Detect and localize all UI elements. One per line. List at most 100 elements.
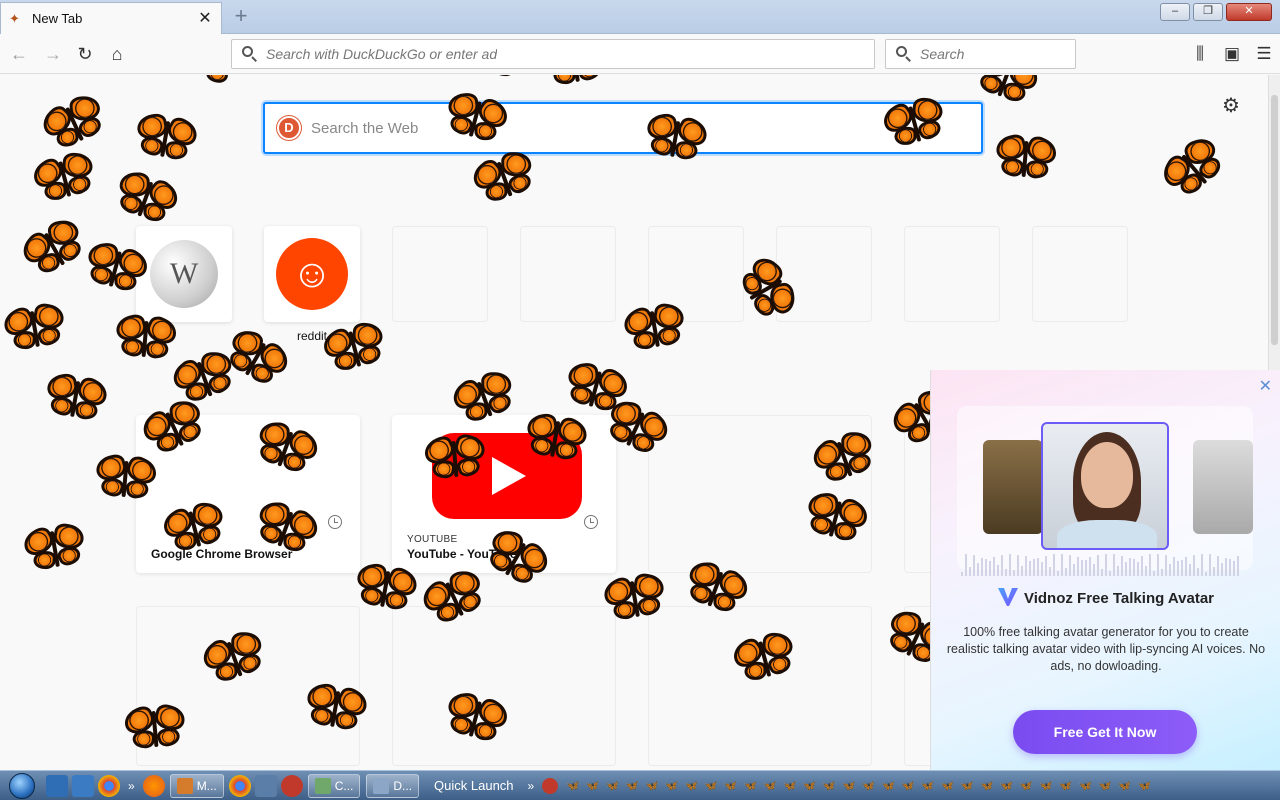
gear-icon[interactable]: ⚙ (1222, 93, 1240, 118)
app-icon[interactable] (542, 777, 559, 794)
web-search-input[interactable] (311, 119, 911, 137)
butterfly-icon[interactable]: 🦋 (1000, 779, 1014, 792)
app-icon (373, 777, 390, 794)
butterfly-icon[interactable]: 🦋 (1079, 779, 1093, 792)
butterfly-icon (104, 165, 187, 236)
navigation-toolbar: ← → ↻ ⌂ Search with DuckDuckGo or enter … (0, 34, 1280, 74)
chevron-icon[interactable]: » (128, 779, 135, 793)
butterfly-icon[interactable]: 🦋 (1098, 779, 1112, 792)
butterfly-icon (464, 145, 547, 216)
butterfly-icon[interactable]: 🦋 (881, 779, 895, 792)
library-icon[interactable]: ⫼ (1184, 41, 1216, 67)
butterfly-icon[interactable]: 🦋 (566, 779, 580, 792)
butterfly-icon[interactable]: 🦋 (803, 779, 817, 792)
minimize-button[interactable]: – (1160, 3, 1190, 21)
top-site-empty[interactable] (904, 226, 1000, 322)
back-button[interactable]: ← (6, 41, 32, 67)
scrollbar-thumb[interactable] (1271, 95, 1278, 345)
butterfly-icon[interactable]: 🦋 (783, 779, 797, 792)
butterfly-icon[interactable]: 🦋 (842, 779, 856, 792)
top-site-empty[interactable] (1032, 226, 1128, 322)
task-label: M... (196, 778, 217, 793)
top-site-empty[interactable] (392, 226, 488, 322)
chevron-icon[interactable]: » (528, 779, 535, 793)
butterfly-icon (88, 452, 162, 508)
butterfly-icon[interactable]: 🦋 (724, 779, 738, 792)
taskbar-task[interactable]: D... (366, 773, 420, 798)
butterfly-icon[interactable]: 🦋 (606, 779, 620, 792)
butterfly-icon (25, 147, 106, 213)
butterfly-icon[interactable]: 🦋 (684, 779, 698, 792)
home-button[interactable]: ⌂ (104, 41, 130, 67)
taskbar-task[interactable]: M... (169, 773, 224, 798)
butterfly-icon[interactable]: 🦋 (704, 779, 718, 792)
menu-icon[interactable]: ☰ (1248, 41, 1280, 67)
url-bar-placeholder: Search with DuckDuckGo or enter ad (266, 46, 498, 62)
sidebar-icon[interactable]: ▣ (1216, 41, 1248, 67)
butterfly-icon (167, 75, 253, 99)
butterfly-icon (118, 702, 192, 758)
butterfly-icon[interactable]: 🦋 (1118, 779, 1132, 792)
chrome-icon[interactable] (98, 774, 120, 797)
app-icon[interactable] (280, 774, 303, 797)
explorer-icon[interactable] (72, 774, 94, 797)
butterfly-icon[interactable]: 🦋 (1039, 779, 1053, 792)
top-site-wikipedia[interactable]: W (136, 226, 232, 322)
butterfly-icon (616, 299, 694, 360)
butterfly-icon[interactable]: 🦋 (1019, 779, 1033, 792)
butterfly-icon (988, 132, 1062, 188)
free-get-it-now-button[interactable]: Free Get It Now (1013, 710, 1197, 754)
search-bar[interactable]: Search (885, 39, 1076, 69)
avatar-thumbnail (983, 440, 1043, 534)
forward-button[interactable]: → (40, 41, 66, 67)
windows-orb-icon (9, 772, 35, 799)
top-site-empty[interactable] (520, 226, 616, 322)
butterfly-icon[interactable]: 🦋 (645, 779, 659, 792)
ad-title: Vidnoz Free Talking Avatar (931, 588, 1280, 607)
start-button[interactable] (0, 771, 44, 800)
butterfly-icon[interactable]: 🦋 (665, 779, 679, 792)
butterfly-icon[interactable]: 🦋 (960, 779, 974, 792)
butterfly-icon[interactable]: 🦋 (1138, 779, 1152, 792)
butterfly-icon[interactable]: 🦋 (980, 779, 994, 792)
quick-launch-butterflies: 🦋 🦋 🦋 🦋 🦋 🦋 🦋 🦋 🦋 🦋 🦋 🦋 🦋 🦋 🦋 🦋 🦋 🦋 🦋 🦋 🦋 🦋 🦋 🦋 🦋 🦋 🦋 🦋 🦋 🦋 (566, 779, 1151, 792)
search-icon (242, 46, 258, 62)
search-bar-placeholder: Search (920, 46, 965, 62)
butterfly-icon[interactable]: 🦋 (763, 779, 777, 792)
taskbar-task[interactable]: C... (307, 773, 361, 798)
top-site-reddit[interactable]: ☺ (264, 226, 360, 322)
tab-new-tab[interactable]: ✦ New Tab ✕ (0, 2, 222, 34)
butterfly-icon (108, 312, 182, 368)
firefox-icon[interactable] (142, 774, 165, 797)
tab-title: New Tab (32, 11, 83, 26)
butterfly-icon[interactable]: 🦋 (625, 779, 639, 792)
close-tab-icon[interactable]: ✕ (197, 10, 213, 27)
butterfly-icon[interactable]: 🦋 (901, 779, 915, 792)
butterfly-icon (418, 432, 492, 488)
butterfly-icon[interactable]: 🦋 (822, 779, 836, 792)
butterfly-icon (16, 519, 94, 580)
butterfly-icon (126, 109, 204, 170)
audio-waveform (961, 550, 1251, 576)
butterfly-icon[interactable]: 🦋 (744, 779, 758, 792)
close-window-button[interactable]: ✕ (1226, 3, 1272, 21)
butterfly-icon (454, 75, 537, 90)
url-bar[interactable]: Search with DuckDuckGo or enter ad (231, 39, 875, 69)
reload-button[interactable]: ↻ (72, 41, 98, 67)
butterfly-icon[interactable]: 🦋 (862, 779, 876, 792)
butterfly-icon[interactable]: 🦋 (1059, 779, 1073, 792)
app-icon[interactable] (254, 774, 277, 797)
page-scrollbar[interactable] (1268, 75, 1280, 370)
butterfly-favicon-icon: ✦ (9, 10, 20, 26)
new-tab-button[interactable]: + (228, 4, 254, 30)
show-desktop-icon[interactable] (46, 774, 68, 797)
vidnoz-ad-popup: ✕ Vidnoz Free Talking Avatar 100% free t… (930, 370, 1280, 770)
butterfly-icon (636, 109, 714, 170)
butterfly-icon[interactable]: 🦋 (941, 779, 955, 792)
butterfly-icon[interactable]: 🦋 (586, 779, 600, 792)
chrome-icon[interactable] (228, 774, 251, 797)
restore-button[interactable]: ❐ (1193, 3, 1223, 21)
close-ad-icon[interactable]: ✕ (1259, 376, 1272, 396)
butterfly-icon[interactable]: 🦋 (921, 779, 935, 792)
ad-title-text: Vidnoz Free Talking Avatar (1023, 590, 1215, 607)
